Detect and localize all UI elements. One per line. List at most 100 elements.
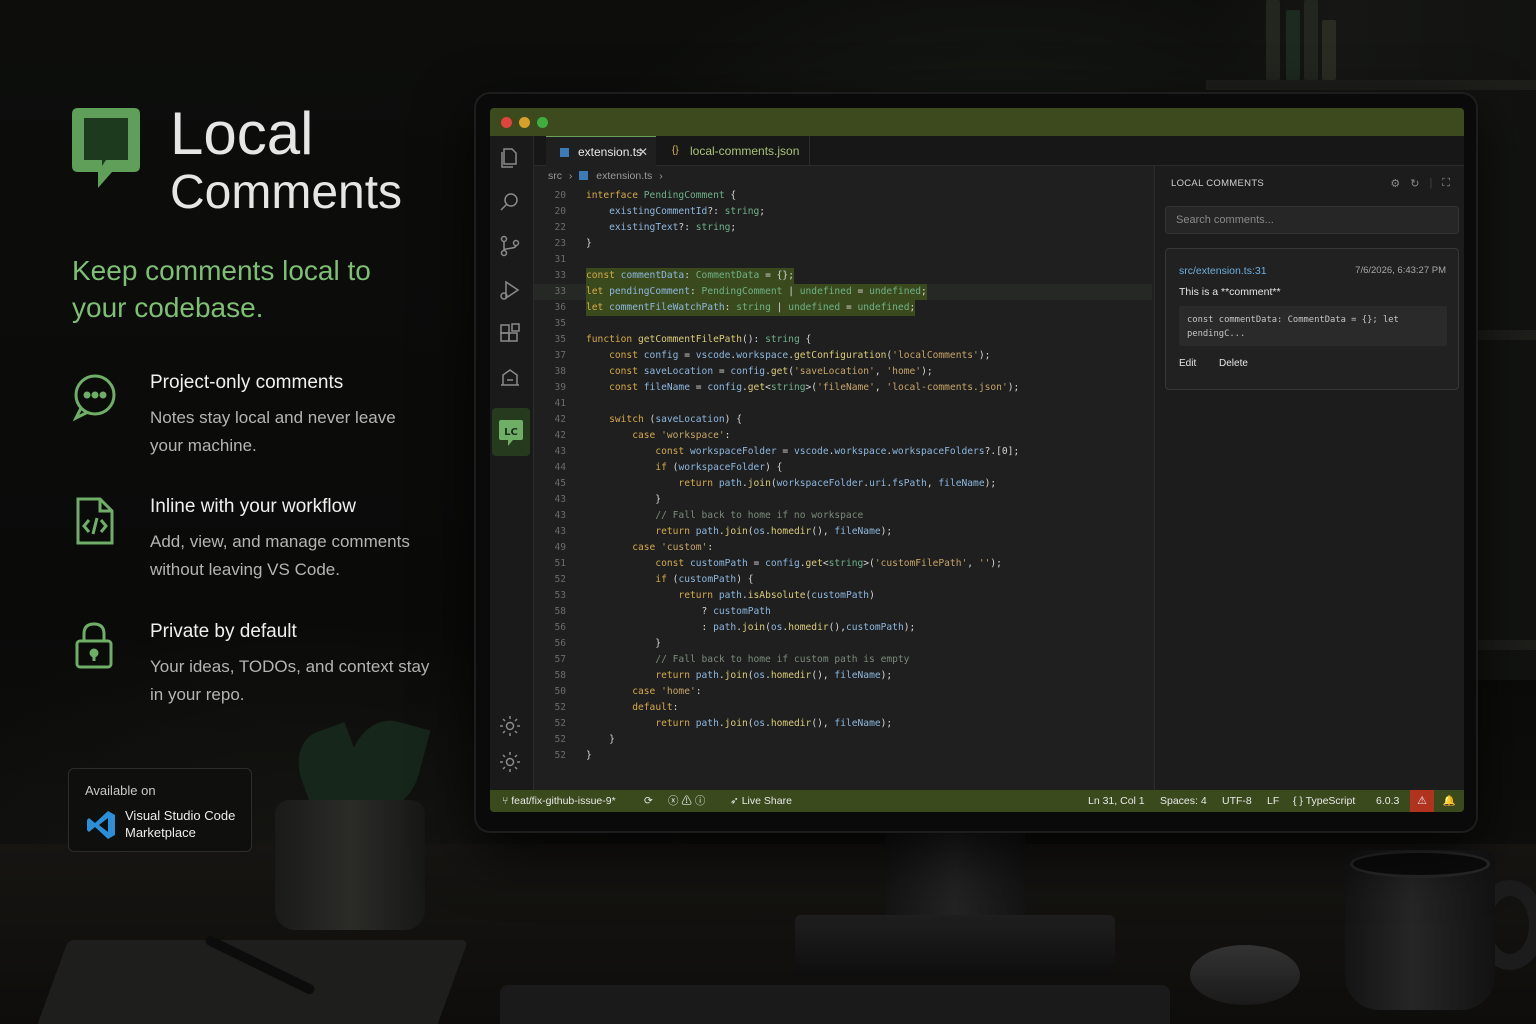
- encoding-status[interactable]: UTF-8: [1222, 790, 1252, 812]
- code-line[interactable]: 35: [534, 316, 1152, 332]
- maximize-window-button[interactable]: [537, 117, 548, 128]
- code-line[interactable]: 20 existingCommentId?: string;: [534, 204, 1152, 220]
- tab-local-comments-json[interactable]: {} local-comments.json: [658, 136, 810, 166]
- search-comments-input[interactable]: Search comments...: [1165, 206, 1459, 234]
- line-number: 53: [554, 590, 566, 601]
- breadcrumb-folder[interactable]: src: [548, 170, 562, 182]
- code-line[interactable]: 52 if (customPath) {: [534, 572, 1152, 588]
- edit-comment-button[interactable]: Edit: [1179, 358, 1196, 369]
- comment-file-link[interactable]: src/extension.ts:31: [1179, 265, 1267, 277]
- line-number: 35: [554, 334, 566, 345]
- code-line[interactable]: 38 const saveLocation = config.get('save…: [534, 364, 1152, 380]
- line-text: let commentFileWatchPath: string | undef…: [586, 300, 916, 316]
- source-control-icon[interactable]: [498, 234, 526, 262]
- code-line[interactable]: 20 interface PendingComment {: [534, 188, 1152, 204]
- problems-status[interactable]: ⓧ ⚠ ⓘ: [668, 790, 705, 812]
- maximize-icon[interactable]: ⛶: [1442, 177, 1450, 190]
- sync-icon[interactable]: ⟳: [644, 790, 653, 812]
- code-line[interactable]: 35 function getCommentFilePath(): string …: [534, 332, 1152, 348]
- code-line[interactable]: 57 // Fall back to home if custom path i…: [534, 652, 1152, 668]
- chevron-right-icon: ›: [568, 170, 573, 182]
- code-line[interactable]: 45 return path.join(workspaceFolder.uri.…: [534, 476, 1152, 492]
- badge-marketplace-label: Visual Studio Code Marketplace: [125, 807, 235, 841]
- code-line[interactable]: 22 existingText?: string;: [534, 220, 1152, 236]
- settings-icon[interactable]: ⚙: [1390, 177, 1400, 190]
- code-line[interactable]: 43 }: [534, 492, 1152, 508]
- code-line[interactable]: 23}: [534, 236, 1152, 252]
- extensions-icon[interactable]: [498, 322, 526, 350]
- close-tab-icon[interactable]: ✕: [638, 137, 648, 167]
- line-text: const saveLocation = config.get('saveLoc…: [609, 366, 933, 377]
- code-line[interactable]: 37 const config = vscode.workspace.getCo…: [534, 348, 1152, 364]
- code-line[interactable]: 49 case 'custom':: [534, 540, 1152, 556]
- code-line[interactable]: 50 case 'home':: [534, 684, 1152, 700]
- code-line[interactable]: 33 const commentData: CommentData = {};: [534, 268, 1152, 284]
- code-line[interactable]: 33 let pendingComment: PendingComment | u…: [534, 284, 1152, 300]
- minimize-window-button[interactable]: [519, 117, 530, 128]
- monitor-foot: [795, 915, 1115, 975]
- code-editor[interactable]: 20 interface PendingComment {20 existingC…: [534, 186, 1152, 790]
- line-text: existingCommentId?: string;: [609, 206, 766, 217]
- version-status[interactable]: 6.0.3: [1376, 790, 1399, 812]
- line-text: if (workspaceFolder) {: [655, 462, 783, 473]
- tab-label: local-comments.json: [690, 144, 800, 158]
- code-line[interactable]: 56 }: [534, 636, 1152, 652]
- line-text: case 'custom':: [632, 542, 714, 553]
- explorer-icon[interactable]: [498, 146, 526, 174]
- info-icon: ⓘ: [694, 795, 706, 807]
- code-line[interactable]: 43 // Fall back to home if no workspace: [534, 508, 1152, 524]
- code-line[interactable]: 52}: [534, 748, 1152, 764]
- breadcrumb-file[interactable]: extension.ts: [596, 170, 652, 182]
- code-line[interactable]: 41: [534, 396, 1152, 412]
- branch-status[interactable]: ⑂ feat/fix-github-issue-9*: [502, 790, 616, 812]
- comment-card[interactable]: src/extension.ts:31 7/6/2026, 6:43:27 PM…: [1165, 248, 1459, 390]
- accounts-gear-icon[interactable]: [498, 714, 526, 742]
- comment-code-snippet: const commentData: CommentData = {}; let…: [1179, 306, 1447, 346]
- code-line[interactable]: 52 }: [534, 732, 1152, 748]
- monitor: LC extension.ts ✕ {} local-comments.json…: [476, 94, 1476, 831]
- code-line[interactable]: 53 return path.isAbsolute(customPath): [534, 588, 1152, 604]
- code-line[interactable]: 43 return path.join(os.homedir(), fileNa…: [534, 524, 1152, 540]
- line-text: }: [586, 494, 662, 505]
- comment-date: 7/6/2026, 6:43:27 PM: [1355, 265, 1446, 276]
- line-number: 52: [554, 750, 566, 761]
- line-number: 51: [554, 558, 566, 569]
- code-line[interactable]: 36 let commentFileWatchPath: string | und…: [534, 300, 1152, 316]
- code-line[interactable]: 43 const workspaceFolder = vscode.worksp…: [534, 444, 1152, 460]
- line-text: return path.join(os.homedir(), fileName)…: [655, 670, 893, 681]
- code-line[interactable]: 52 return path.join(os.homedir(), fileNa…: [534, 716, 1152, 732]
- run-debug-icon[interactable]: [498, 278, 526, 306]
- notifications-bell-icon[interactable]: 🔔: [1443, 790, 1456, 812]
- code-line[interactable]: 39 const fileName = config.get<string>('…: [534, 380, 1152, 396]
- code-line[interactable]: 42 case 'workspace':: [534, 428, 1152, 444]
- refresh-icon[interactable]: ↻: [1410, 177, 1419, 190]
- code-line[interactable]: 42 switch (saveLocation) {: [534, 412, 1152, 428]
- code-line[interactable]: 44 if (workspaceFolder) {: [534, 460, 1152, 476]
- eol-status[interactable]: LF: [1267, 790, 1279, 812]
- search-icon[interactable]: [498, 190, 526, 218]
- activity-bar: LC: [490, 136, 534, 790]
- local-comments-activity-icon[interactable]: LC: [492, 408, 530, 456]
- line-text: interface PendingComment {: [586, 190, 737, 201]
- code-line[interactable]: 58 ? customPath: [534, 604, 1152, 620]
- live-share-icon: ➶: [730, 795, 742, 807]
- line-text: switch (saveLocation) {: [609, 414, 742, 425]
- marketplace-badge[interactable]: Available on Visual Studio Code Marketpl…: [68, 768, 252, 852]
- live-share-status[interactable]: ➶ Live Share: [730, 790, 792, 812]
- delete-comment-button[interactable]: Delete: [1219, 358, 1248, 369]
- tab-extension-ts[interactable]: extension.ts ✕: [546, 136, 656, 166]
- cursor-position[interactable]: Ln 31, Col 1: [1088, 790, 1145, 812]
- code-line[interactable]: 52 default:: [534, 700, 1152, 716]
- warning-triangle-icon[interactable]: ⚠: [1410, 790, 1434, 812]
- close-window-button[interactable]: [501, 117, 512, 128]
- vscode-window: LC extension.ts ✕ {} local-comments.json…: [490, 108, 1464, 812]
- settings-gear-icon[interactable]: [498, 750, 526, 778]
- line-number: 33: [554, 286, 566, 297]
- code-line[interactable]: 31: [534, 252, 1152, 268]
- remote-explorer-icon[interactable]: [498, 366, 526, 394]
- language-mode[interactable]: { } TypeScript: [1293, 790, 1355, 812]
- code-line[interactable]: 56 : path.join(os.homedir(),customPath);: [534, 620, 1152, 636]
- indentation-status[interactable]: Spaces: 4: [1160, 790, 1207, 812]
- code-line[interactable]: 51 const customPath = config.get<string>…: [534, 556, 1152, 572]
- code-line[interactable]: 58 return path.join(os.homedir(), fileNa…: [534, 668, 1152, 684]
